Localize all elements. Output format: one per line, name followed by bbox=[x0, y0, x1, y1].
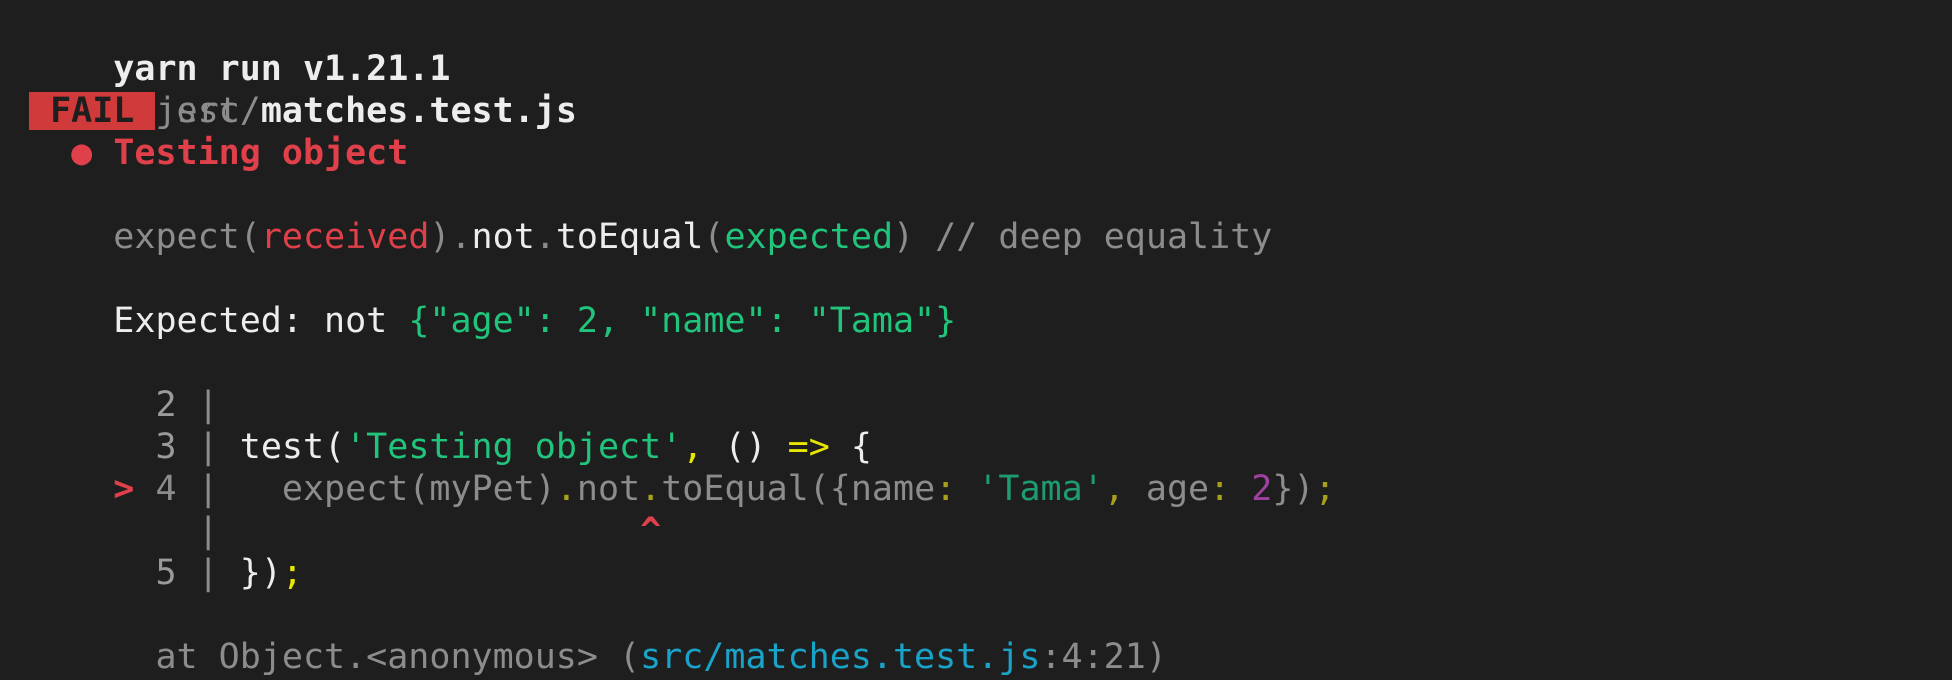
expected-line: Expected: not {"age": 2, "name": "Tama"} bbox=[29, 300, 1952, 342]
matcher-close2: ) bbox=[893, 217, 915, 257]
matcher-expect: expect( bbox=[113, 217, 261, 257]
gutter-separator: | bbox=[197, 553, 219, 593]
code-token: . bbox=[555, 469, 577, 509]
code-token: : bbox=[935, 469, 957, 509]
matcher-close1: ) bbox=[429, 217, 451, 257]
code-line-2: 2 | bbox=[29, 384, 1952, 426]
matcher-dot2: . bbox=[534, 217, 556, 257]
test-title-line: ● Testing object bbox=[29, 132, 1952, 174]
matcher-not: not bbox=[471, 217, 535, 257]
code-token: age bbox=[1124, 469, 1210, 509]
file-name: matches.test.js bbox=[260, 91, 577, 131]
code-token: . bbox=[640, 469, 662, 509]
line-number: 4 bbox=[155, 469, 177, 509]
code-token: { bbox=[829, 427, 872, 467]
matcher-method: toEqual bbox=[555, 217, 704, 257]
code-line-4: > 4 | expect(myPet).not.toEqual({name: '… bbox=[29, 468, 1952, 510]
code-string: 'Tama' bbox=[977, 469, 1104, 509]
stack-trace-line: at Object.<anonymous> (src/matches.test.… bbox=[29, 636, 1952, 678]
code-token: }) bbox=[239, 553, 282, 593]
code-token: : bbox=[1209, 469, 1231, 509]
fail-badge: FAIL bbox=[29, 91, 156, 131]
code-token: , bbox=[682, 427, 704, 467]
code-token: ; bbox=[1314, 469, 1336, 509]
code-token: }) bbox=[1272, 469, 1315, 509]
code-token: expect(myPet) bbox=[281, 469, 556, 509]
code-token: test( bbox=[239, 427, 346, 467]
code-token: ; bbox=[281, 553, 303, 593]
code-token: , bbox=[1103, 469, 1125, 509]
matcher-received: received bbox=[260, 217, 430, 257]
gutter-separator: | bbox=[197, 385, 219, 425]
code-token: not bbox=[576, 469, 641, 509]
code-token: () bbox=[703, 427, 788, 467]
stack-prefix: at Object.<anonymous> ( bbox=[155, 637, 641, 677]
stack-file-link[interactable]: src/matches.test.js bbox=[640, 637, 1040, 677]
matcher-comment: // deep equality bbox=[914, 217, 1273, 257]
caret-line: | ^ bbox=[29, 510, 1952, 552]
matcher-hint-line: expect(received).not.toEqual(expected) /… bbox=[29, 216, 1952, 258]
gutter-separator: | bbox=[197, 427, 219, 467]
test-title: Testing object bbox=[113, 133, 409, 173]
stack-location: :4:21 bbox=[1040, 637, 1146, 677]
line-number: 2 bbox=[155, 385, 177, 425]
code-token: toEqual({name bbox=[661, 469, 936, 509]
code-arrow: => bbox=[787, 427, 830, 467]
code-string: 'Testing object' bbox=[345, 427, 683, 467]
yarn-header: yarn run v1.21.1 bbox=[113, 49, 451, 89]
result-line: FAIL src/matches.test.js bbox=[29, 90, 1952, 132]
caret-pointer: ^ bbox=[640, 511, 662, 551]
yarn-header-line: yarn run v1.21.1 bbox=[29, 6, 1952, 89]
test-bullet-icon: ● bbox=[71, 133, 93, 173]
expected-label: Expected: not bbox=[113, 301, 409, 341]
code-line-3: 3 | test('Testing object', () => { bbox=[29, 426, 1952, 468]
file-dir: src/ bbox=[176, 91, 261, 131]
gutter-separator: | bbox=[197, 469, 219, 509]
matcher-expected: expected bbox=[724, 217, 894, 257]
line-number: 3 bbox=[155, 427, 177, 467]
code-number: 2 bbox=[1251, 469, 1273, 509]
stack-suffix: ) bbox=[1145, 637, 1167, 677]
error-marker: > bbox=[113, 469, 135, 509]
matcher-dot1: . bbox=[450, 217, 472, 257]
gutter-separator: | bbox=[197, 511, 219, 551]
expected-value: {"age": 2, "name": "Tama"} bbox=[408, 301, 957, 341]
matcher-open2: ( bbox=[703, 217, 725, 257]
code-line-5: 5 | }); bbox=[29, 552, 1952, 594]
terminal-output: yarn run v1.21.1 $ jest FAIL src/matches… bbox=[0, 0, 1952, 680]
line-number: 5 bbox=[155, 553, 177, 593]
